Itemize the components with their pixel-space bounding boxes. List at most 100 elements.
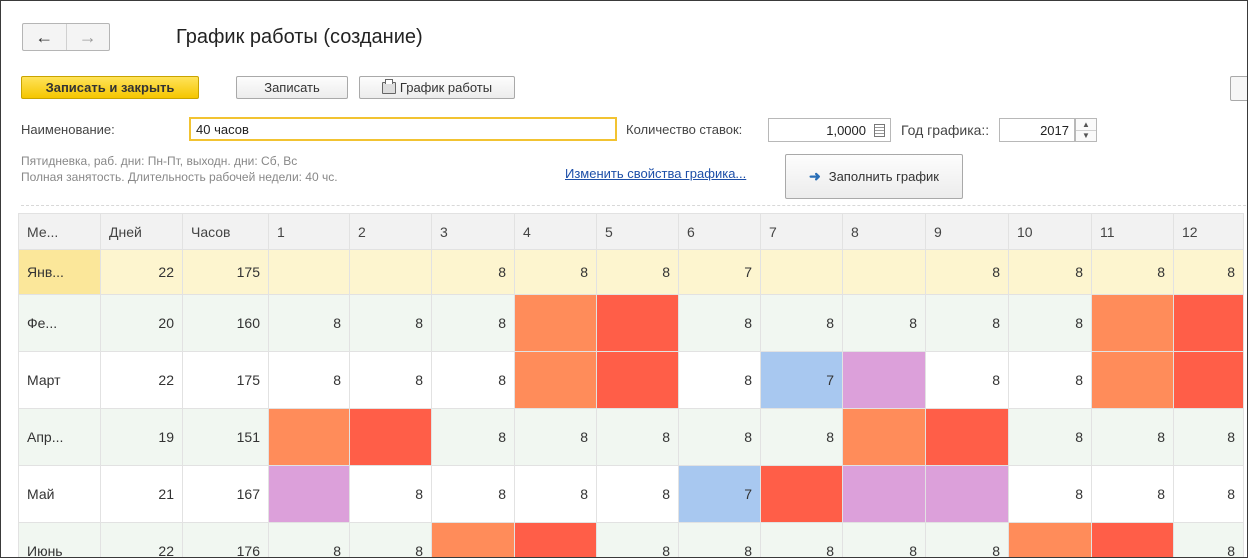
days-cell[interactable]: 20 (100, 294, 183, 352)
day-cell[interactable]: 8 (925, 351, 1009, 409)
day-cell[interactable]: 8 (349, 351, 432, 409)
day-cell[interactable]: 8 (925, 294, 1009, 352)
day-cell[interactable]: 8 (431, 249, 515, 295)
grid-header-cell[interactable]: 10 (1008, 213, 1092, 250)
hours-cell[interactable]: 175 (182, 351, 269, 409)
day-cell[interactable]: 8 (431, 465, 515, 523)
grid-header-cell[interactable]: 6 (678, 213, 761, 250)
day-cell[interactable]: 8 (596, 522, 679, 557)
day-cell[interactable] (596, 351, 679, 409)
save-button[interactable]: Записать (236, 76, 348, 99)
grid-header-cell[interactable]: Ме... (18, 213, 101, 250)
grid-header-cell[interactable]: 12 (1173, 213, 1244, 250)
day-cell[interactable]: 8 (925, 522, 1009, 557)
day-cell[interactable]: 8 (1091, 249, 1174, 295)
day-cell[interactable] (431, 522, 515, 557)
day-cell[interactable]: 8 (1008, 408, 1092, 466)
day-cell[interactable]: 8 (349, 522, 432, 557)
day-cell[interactable] (842, 249, 926, 295)
year-input[interactable]: 2017 (999, 118, 1075, 142)
day-cell[interactable]: 8 (431, 351, 515, 409)
day-cell[interactable] (268, 249, 350, 295)
days-cell[interactable]: 22 (100, 351, 183, 409)
forward-arrow-icon[interactable]: → (65, 24, 110, 50)
month-cell[interactable]: Янв... (18, 249, 101, 295)
day-cell[interactable]: 8 (596, 465, 679, 523)
day-cell[interactable] (1091, 294, 1174, 352)
day-cell[interactable] (1091, 351, 1174, 409)
day-cell[interactable] (760, 249, 843, 295)
more-button[interactable] (1230, 76, 1247, 101)
day-cell[interactable]: 8 (678, 522, 761, 557)
grid-header-cell[interactable]: 4 (514, 213, 597, 250)
day-cell[interactable] (1008, 522, 1092, 557)
day-cell[interactable]: 8 (1091, 408, 1174, 466)
rates-input[interactable]: 1,0000 (768, 118, 891, 142)
day-cell[interactable]: 8 (925, 249, 1009, 295)
work-schedule-print-button[interactable]: График работы (359, 76, 515, 99)
days-cell[interactable]: 22 (100, 522, 183, 557)
name-input[interactable]: 40 часов (189, 117, 617, 141)
day-cell[interactable]: 8 (678, 351, 761, 409)
fill-schedule-button[interactable]: ➜ Заполнить график (785, 154, 963, 199)
day-cell[interactable] (514, 351, 597, 409)
day-cell[interactable]: 7 (678, 249, 761, 295)
day-cell[interactable]: 8 (268, 522, 350, 557)
day-cell[interactable] (842, 408, 926, 466)
table-row[interactable]: Фе... 20 160 8 8 8 8 8 8 8 8 (18, 294, 1244, 352)
days-cell[interactable]: 21 (100, 465, 183, 523)
table-row[interactable]: Май 21 167 8 8 8 8 7 8 8 8 (18, 465, 1244, 523)
day-cell[interactable] (925, 465, 1009, 523)
day-cell[interactable] (349, 408, 432, 466)
day-cell[interactable]: 8 (842, 522, 926, 557)
grid-header-cell[interactable]: Дней (100, 213, 183, 250)
day-cell[interactable] (349, 249, 432, 295)
day-cell[interactable]: 8 (268, 351, 350, 409)
hours-cell[interactable]: 176 (182, 522, 269, 557)
table-row[interactable]: Янв... 22 175 8 8 8 7 8 8 8 8 (18, 249, 1244, 295)
calculator-icon[interactable] (874, 123, 885, 137)
table-row[interactable]: Апр... 19 151 8 8 8 8 8 8 8 8 (18, 408, 1244, 466)
day-cell[interactable]: 8 (1008, 351, 1092, 409)
hours-cell[interactable]: 160 (182, 294, 269, 352)
day-cell[interactable]: 8 (514, 249, 597, 295)
grid-header-cell[interactable]: 7 (760, 213, 843, 250)
month-cell[interactable]: Март (18, 351, 101, 409)
day-cell[interactable]: 8 (760, 522, 843, 557)
day-cell[interactable] (268, 408, 350, 466)
table-row[interactable]: Март 22 175 8 8 8 8 7 8 8 (18, 351, 1244, 409)
back-arrow-icon[interactable]: ← (23, 24, 66, 50)
day-cell[interactable]: 8 (842, 294, 926, 352)
grid-header-cell[interactable]: 3 (431, 213, 515, 250)
hours-cell[interactable]: 167 (182, 465, 269, 523)
year-stepper[interactable]: ▲ ▼ (1075, 118, 1097, 142)
month-cell[interactable]: Фе... (18, 294, 101, 352)
day-cell[interactable]: 8 (514, 408, 597, 466)
day-cell[interactable]: 8 (431, 408, 515, 466)
day-cell[interactable]: 8 (678, 408, 761, 466)
day-cell[interactable] (596, 294, 679, 352)
grid-header-cell[interactable]: 2 (349, 213, 432, 250)
stepper-down-icon[interactable]: ▼ (1076, 129, 1096, 142)
day-cell[interactable] (514, 294, 597, 352)
day-cell[interactable]: 8 (596, 408, 679, 466)
change-properties-link[interactable]: Изменить свойства графика... (565, 166, 746, 181)
day-cell[interactable] (1173, 351, 1244, 409)
day-cell[interactable]: 8 (1091, 465, 1174, 523)
day-cell[interactable]: 8 (1173, 249, 1244, 295)
day-cell[interactable] (514, 522, 597, 557)
month-cell[interactable]: Июнь (18, 522, 101, 557)
day-cell[interactable] (842, 465, 926, 523)
day-cell[interactable] (842, 351, 926, 409)
month-cell[interactable]: Апр... (18, 408, 101, 466)
day-cell[interactable]: 8 (349, 465, 432, 523)
day-cell[interactable]: 8 (1173, 522, 1244, 557)
save-and-close-button[interactable]: Записать и закрыть (21, 76, 199, 99)
month-cell[interactable]: Май (18, 465, 101, 523)
grid-header-cell[interactable]: 9 (925, 213, 1009, 250)
stepper-up-icon[interactable]: ▲ (1076, 119, 1096, 130)
days-cell[interactable]: 19 (100, 408, 183, 466)
day-cell[interactable]: 8 (760, 294, 843, 352)
grid-header-cell[interactable]: 11 (1091, 213, 1174, 250)
day-cell[interactable] (925, 408, 1009, 466)
